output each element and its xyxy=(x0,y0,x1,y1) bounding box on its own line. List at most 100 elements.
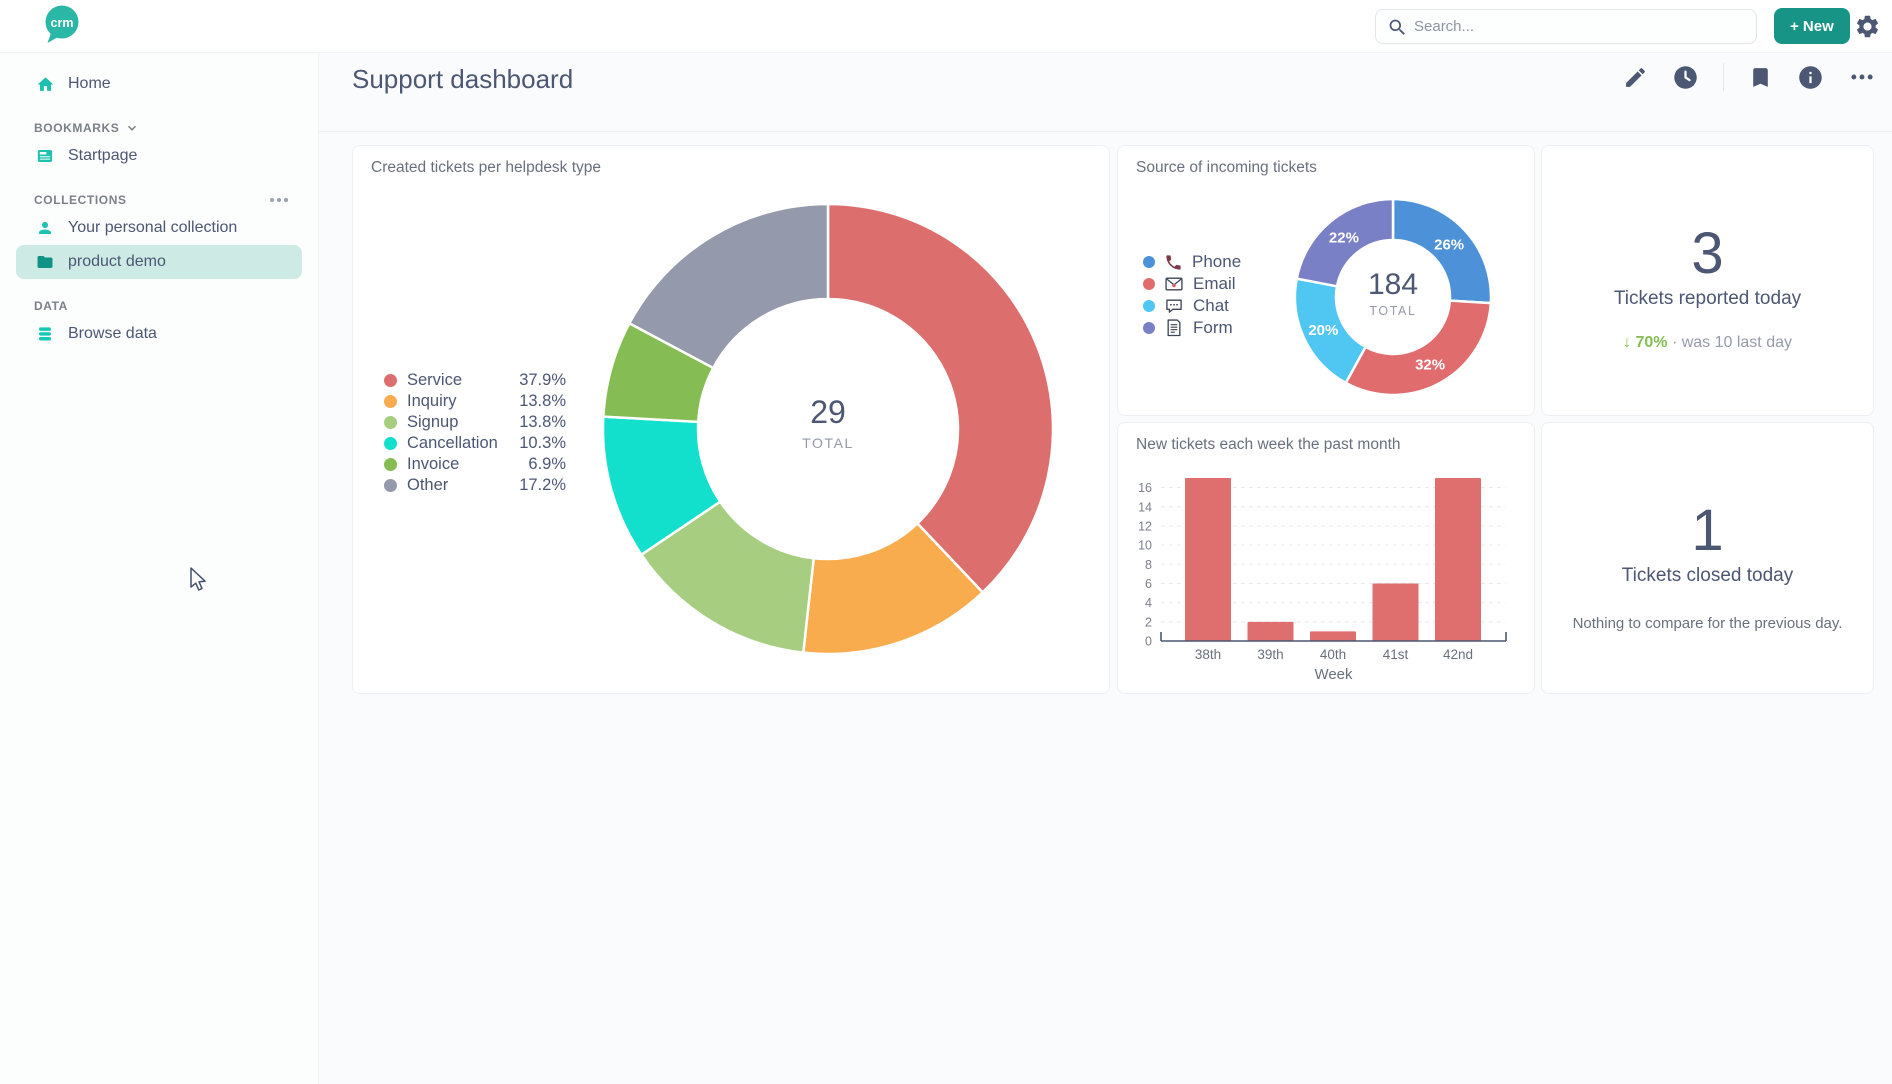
crm-logo[interactable]: crm xyxy=(42,3,82,52)
section-label-text: DATA xyxy=(34,299,68,313)
y-tick-label: 8 xyxy=(1145,558,1152,572)
y-tick-label: 6 xyxy=(1145,577,1152,591)
legend-item-other[interactable]: Other 17.2% xyxy=(384,475,566,496)
home-icon xyxy=(34,75,56,94)
card-tickets-reported-today[interactable]: 3 Tickets reported today ↓ 70% · was 10 … xyxy=(1541,145,1874,416)
section-label-text: COLLECTIONS xyxy=(34,193,127,207)
legend-dot xyxy=(384,479,397,492)
sidebar-item-product-demo[interactable]: product demo xyxy=(16,245,302,279)
helpdesk-donut-legend: Service37.9%Inquiry13.8%Signup13.8%Cance… xyxy=(384,370,566,496)
legend-value: 17.2% xyxy=(519,476,566,495)
legend-dot xyxy=(384,395,397,408)
kpi-label: Tickets closed today xyxy=(1542,565,1873,587)
history-clock-icon[interactable] xyxy=(1672,64,1699,91)
legend-label: Invoice xyxy=(407,455,459,474)
search-box[interactable] xyxy=(1375,9,1757,44)
card-source-of-incoming-tickets[interactable]: Source of incoming tickets 26%32%20%22% … xyxy=(1117,145,1535,416)
sidebar-item-personal-collection[interactable]: Your personal collection xyxy=(16,211,302,245)
sidebar-item-label: Browse data xyxy=(68,325,157,343)
legend-item-chat[interactable]: Chat xyxy=(1143,295,1293,317)
y-tick-label: 0 xyxy=(1145,635,1152,649)
legend-dot xyxy=(384,416,397,429)
legend-label: Email xyxy=(1193,274,1236,294)
form-icon xyxy=(1164,318,1184,338)
legend-item-email[interactable]: Email xyxy=(1143,273,1293,295)
sidebar-item-home[interactable]: Home xyxy=(16,67,302,101)
slice-percent-label: 26% xyxy=(1434,236,1464,253)
slice-percent-label: 22% xyxy=(1329,230,1359,247)
edit-pencil-icon[interactable] xyxy=(1623,65,1648,90)
search-input[interactable] xyxy=(1414,10,1749,43)
legend-dot xyxy=(384,437,397,450)
sidebar-section-bookmarks[interactable]: BOOKMARKS xyxy=(34,121,302,135)
info-icon[interactable] xyxy=(1797,64,1824,91)
legend-label: Inquiry xyxy=(407,392,457,411)
sidebar: Home BOOKMARKS Startpage COLLECTIONS You… xyxy=(0,53,319,1084)
y-tick-label: 4 xyxy=(1145,596,1152,610)
header-divider xyxy=(319,131,1892,132)
x-tick-label: 40th xyxy=(1320,647,1346,662)
dashboard-actions xyxy=(1623,63,1876,91)
legend-item-service[interactable]: Service37.9% xyxy=(384,370,566,391)
sidebar-item-label: product demo xyxy=(68,253,166,271)
bar-41st[interactable] xyxy=(1373,583,1419,641)
delta-note: · was 10 last day xyxy=(1672,334,1792,351)
donut-slice-email[interactable] xyxy=(1346,301,1491,395)
y-tick-label: 10 xyxy=(1138,539,1152,553)
card-new-tickets-each-week[interactable]: New tickets each week the past month 024… xyxy=(1117,422,1535,694)
bar-40th[interactable] xyxy=(1310,631,1356,641)
legend-item-signup[interactable]: Signup13.8% xyxy=(384,412,566,433)
legend-value: 6.9% xyxy=(528,455,566,474)
new-button[interactable]: + New xyxy=(1774,8,1850,44)
source-donut-legend: PhoneEmailChatForm xyxy=(1143,251,1293,339)
card-tickets-closed-today[interactable]: 1 Tickets closed today Nothing to compar… xyxy=(1541,422,1874,694)
more-options-icon[interactable] xyxy=(1848,63,1876,91)
page-title: Support dashboard xyxy=(352,64,573,95)
delta-percent: 70% xyxy=(1635,334,1667,351)
legend-value: 13.8% xyxy=(519,413,566,432)
legend-label: Other xyxy=(407,476,448,495)
donut-slice-service[interactable] xyxy=(828,204,1053,592)
top-header: crm + New xyxy=(0,0,1892,53)
kpi-delta: ↓ 70% · was 10 last day xyxy=(1542,334,1873,352)
legend-label: Chat xyxy=(1193,296,1229,316)
legend-dot xyxy=(1143,322,1155,334)
main-content: Support dashboard Created tickets per he… xyxy=(319,53,1892,1084)
sidebar-item-startpage[interactable]: Startpage xyxy=(16,139,302,173)
y-tick-label: 12 xyxy=(1138,519,1152,533)
legend-item-inquiry[interactable]: Inquiry13.8% xyxy=(384,391,566,412)
bar-42nd[interactable] xyxy=(1435,478,1481,641)
slice-percent-label: 20% xyxy=(1308,322,1338,339)
kpi-value: 1 xyxy=(1542,497,1873,564)
legend-item-phone[interactable]: Phone xyxy=(1143,251,1293,273)
legend-dot xyxy=(1143,300,1155,312)
sidebar-section-data: DATA xyxy=(34,299,302,313)
x-axis-label: Week xyxy=(1161,666,1506,683)
card-title: Created tickets per helpdesk type xyxy=(371,159,601,177)
legend-item-cancellation[interactable]: Cancellation 10.3% xyxy=(384,433,566,454)
chat-icon xyxy=(1164,296,1184,316)
crm-logo-icon: crm xyxy=(42,3,82,47)
sidebar-item-browse-data[interactable]: Browse data xyxy=(16,317,302,351)
kpi-value: 3 xyxy=(1542,220,1873,287)
card-created-tickets-per-helpdesk-type[interactable]: Created tickets per helpdesk type Servic… xyxy=(352,145,1110,694)
startpage-icon xyxy=(34,147,56,165)
weekly-bar-chart: 024681012141638th39th40th41st42nd xyxy=(1118,423,1536,695)
folder-icon xyxy=(34,253,56,271)
legend-label: Cancellation xyxy=(407,434,498,453)
legend-value: 10.3% xyxy=(519,434,566,453)
collections-menu-button[interactable] xyxy=(270,198,288,202)
section-label-text: BOOKMARKS xyxy=(34,121,119,135)
email-icon xyxy=(1164,274,1184,294)
legend-item-invoice[interactable]: Invoice 6.9% xyxy=(384,454,566,475)
kpi-note: Nothing to compare for the previous day. xyxy=(1542,615,1873,632)
bookmark-icon[interactable] xyxy=(1748,65,1773,90)
bar-39th[interactable] xyxy=(1248,622,1294,641)
settings-gear-icon[interactable] xyxy=(1854,13,1881,45)
legend-dot xyxy=(1143,278,1155,290)
slice-percent-label: 32% xyxy=(1415,356,1445,373)
legend-label: Form xyxy=(1193,318,1233,338)
legend-item-form[interactable]: Form xyxy=(1143,317,1293,339)
bar-38th[interactable] xyxy=(1185,478,1231,641)
x-tick-label: 41st xyxy=(1383,647,1409,662)
